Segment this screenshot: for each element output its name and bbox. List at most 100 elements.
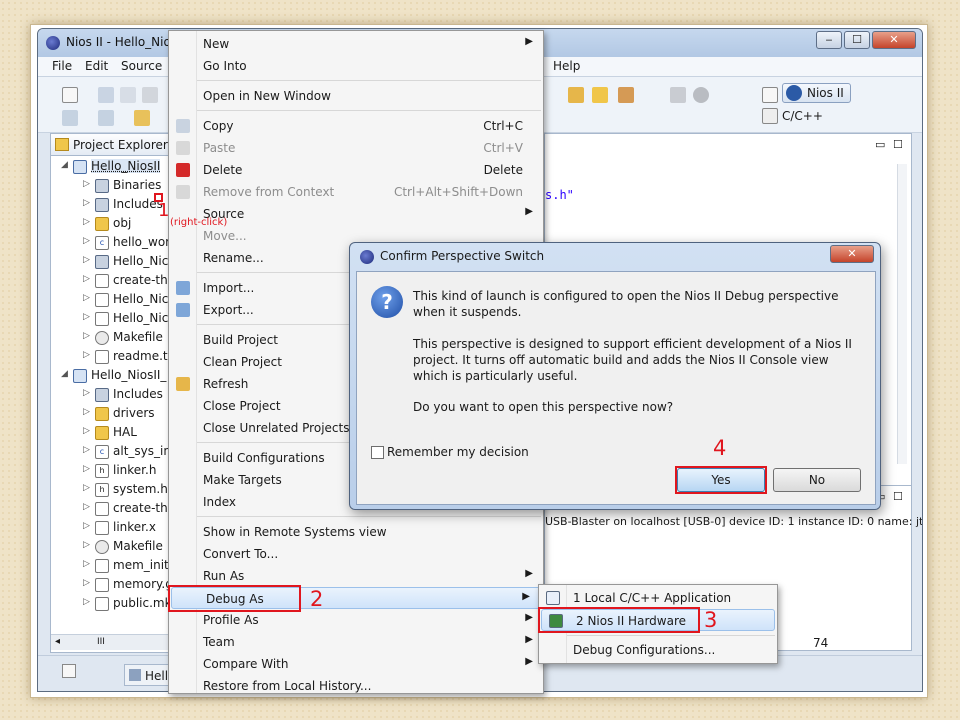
includes-icon [95, 388, 109, 402]
tree-item-label: Hello_NiosII [91, 159, 161, 173]
menu-item-restore-from-local-history[interactable]: Restore from Local History... [169, 675, 543, 697]
save-icon[interactable] [98, 87, 114, 103]
submenu-item-debug-configurations[interactable]: Debug Configurations... [539, 639, 777, 661]
horizontal-scrollbar[interactable]: ◂ III [51, 634, 169, 650]
menu-item-label: Restore from Local History... [203, 679, 372, 693]
menu-item-go-into[interactable]: Go Into [169, 55, 543, 77]
tree-expander-icon[interactable]: ▷ [83, 274, 93, 284]
file-icon [95, 502, 109, 516]
tree-expander-icon[interactable]: ▷ [83, 198, 93, 208]
tree-expander-icon[interactable]: ▷ [83, 540, 93, 550]
tree-expander-icon[interactable]: ▷ [83, 312, 93, 322]
open-folder-icon[interactable] [592, 87, 608, 103]
menu-item-compare-with[interactable]: Compare With ▶ [169, 653, 543, 675]
menu-item-remove-from-context[interactable]: Remove from Context Ctrl+Alt+Shift+Down [169, 181, 543, 203]
menu-item-paste[interactable]: Paste Ctrl+V [169, 137, 543, 159]
pen-icon[interactable] [670, 87, 686, 103]
tree-expander-icon[interactable]: ▷ [83, 388, 93, 398]
tree-expander-icon[interactable]: ▷ [83, 521, 93, 531]
editor-minimize-icon[interactable]: ▭ [875, 138, 885, 151]
tree-expander-icon[interactable]: ▷ [83, 331, 93, 341]
open-type-icon[interactable] [568, 87, 584, 103]
annotation-debug-as-box [168, 585, 301, 612]
next-annotation-icon[interactable] [62, 110, 78, 126]
tree-expander-icon[interactable]: ▷ [83, 217, 93, 227]
binaries-icon [95, 179, 109, 193]
menu-item-convert-to[interactable]: Convert To... [169, 543, 543, 565]
new-wizard-icon[interactable] [62, 87, 78, 103]
tree-item-label: mem_init. [113, 558, 169, 572]
minimize-button[interactable]: ‒ [816, 31, 842, 49]
menu-item-copy[interactable]: Copy Ctrl+C [169, 115, 543, 137]
fast-view-icon[interactable] [62, 664, 76, 678]
menu-item-label: Team [203, 635, 235, 649]
menu-item-label: New [203, 37, 230, 51]
perspective-cpp[interactable]: C/C++ [782, 109, 823, 123]
nios-logo-icon [786, 85, 802, 101]
dialog-close-button[interactable]: ✕ [830, 245, 874, 263]
no-button[interactable]: No [773, 468, 861, 492]
tree-expander-icon[interactable]: ▷ [83, 426, 93, 436]
submenu-arrow-icon: ▶ [525, 36, 533, 47]
menu-item-run-as[interactable]: Run As ▶ [169, 565, 543, 587]
tree-expander-icon[interactable]: ◢ [61, 369, 71, 379]
menu-item-label: Copy [203, 119, 234, 133]
tree-expander-icon[interactable]: ▷ [83, 464, 93, 474]
tree-expander-icon[interactable]: ▷ [83, 483, 93, 493]
menu-file[interactable]: File [52, 59, 72, 73]
menu-item-new[interactable]: New ▶ [169, 33, 543, 55]
makefile-icon [95, 331, 109, 345]
tree-item-label: drivers [113, 406, 155, 420]
tree-expander-icon[interactable]: ▷ [83, 236, 93, 246]
menu-item-open-in-new-window[interactable]: Open in New Window [169, 85, 543, 107]
menu-item-show-in-remote-systems-view[interactable]: Show in Remote Systems view [169, 521, 543, 543]
open-perspective-icon[interactable] [762, 87, 778, 103]
scroll-left-icon[interactable]: ◂ [55, 636, 60, 647]
maximize-button[interactable]: ☐ [844, 31, 870, 49]
menu-item-team[interactable]: Team ▶ [169, 631, 543, 653]
file-icon [95, 274, 109, 288]
file-icon [95, 521, 109, 535]
tree-expander-icon[interactable]: ▷ [83, 407, 93, 417]
tree-expander-icon[interactable]: ▷ [83, 597, 93, 607]
yes-button[interactable]: Yes [677, 468, 765, 492]
prev-annotation-icon[interactable] [98, 110, 114, 126]
tree-expander-icon[interactable]: ◢ [61, 160, 71, 170]
menu-source[interactable]: Source [121, 59, 162, 73]
tree-expander-icon[interactable]: ▷ [83, 293, 93, 303]
menu-item-profile-as[interactable]: Profile As ▶ [169, 609, 543, 631]
submenu-arrow-icon: ▶ [525, 612, 533, 623]
scroll-thumb[interactable]: III [97, 637, 105, 647]
console-maximize-icon[interactable]: ☐ [893, 490, 903, 503]
tree-expander-icon[interactable]: ▷ [83, 445, 93, 455]
perspective-nios[interactable]: Nios II [782, 83, 851, 103]
print-icon[interactable] [142, 87, 158, 103]
menu-help[interactable]: Help [553, 59, 580, 73]
submenu-item-1-local-c-c-application[interactable]: 1 Local C/C++ Application [539, 587, 777, 609]
back-icon[interactable] [134, 110, 150, 126]
search-tool-icon[interactable] [618, 87, 634, 103]
tree-expander-icon[interactable]: ▷ [83, 559, 93, 569]
tree-expander-icon[interactable]: ▷ [83, 502, 93, 512]
remember-decision-checkbox[interactable] [371, 446, 384, 459]
menu-item-shortcut: Delete [483, 163, 523, 177]
editor-maximize-icon[interactable]: ☐ [893, 138, 903, 151]
editor-scrollbar[interactable] [897, 164, 907, 464]
folder-icon [95, 426, 109, 440]
menu-item-delete[interactable]: Delete Delete [169, 159, 543, 181]
save-all-icon[interactable] [120, 87, 136, 103]
menu-item-shortcut: Ctrl+V [483, 141, 523, 155]
close-button[interactable]: ✕ [872, 31, 916, 49]
menu-edit[interactable]: Edit [85, 59, 108, 73]
project-explorer-tab[interactable]: Project Explorer [51, 134, 169, 156]
menu-item-label: Rename... [203, 251, 264, 265]
tree-item-label: Binaries [113, 178, 162, 192]
tree-expander-icon[interactable]: ▷ [83, 179, 93, 189]
tree-expander-icon[interactable]: ▷ [83, 350, 93, 360]
tree-expander-icon[interactable]: ▷ [83, 255, 93, 265]
pin-icon[interactable] [693, 87, 709, 103]
menu-item-label: Run As [203, 569, 245, 583]
tree-expander-icon[interactable]: ▷ [83, 578, 93, 588]
menu-item-shortcut: Ctrl+Alt+Shift+Down [393, 185, 523, 199]
file-icon [95, 559, 109, 573]
